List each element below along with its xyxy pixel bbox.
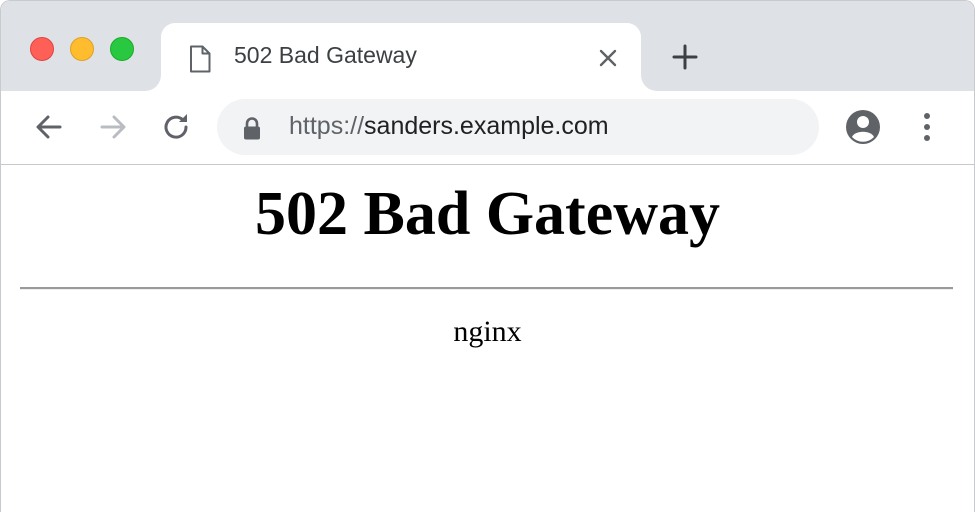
tab-active[interactable]: 502 Bad Gateway (161, 23, 641, 91)
tab-close-icon[interactable] (597, 47, 619, 69)
address-bar[interactable]: https://sanders.example.com (217, 99, 819, 155)
profile-avatar-icon[interactable] (844, 108, 882, 146)
browser-toolbar: https://sanders.example.com (1, 91, 974, 165)
new-tab-plus-icon[interactable] (671, 43, 699, 71)
page-content: 502 Bad Gateway nginx (1, 165, 974, 512)
reload-icon[interactable] (161, 111, 193, 143)
forward-arrow-icon[interactable] (97, 111, 129, 143)
window-minimize-button[interactable] (70, 37, 94, 61)
browser-window: 502 Bad Gateway https://sanders.example.… (0, 0, 975, 512)
window-close-button[interactable] (30, 37, 54, 61)
tab-title: 502 Bad Gateway (234, 42, 417, 68)
url-scheme: https:// (289, 112, 365, 140)
lock-icon[interactable] (241, 116, 263, 140)
window-maximize-button[interactable] (110, 37, 134, 61)
server-name: nginx (453, 315, 522, 348)
kebab-menu-icon[interactable] (915, 111, 939, 143)
back-arrow-icon[interactable] (33, 111, 65, 143)
url-host: sanders.example.com (364, 112, 609, 140)
error-heading: 502 Bad Gateway (255, 180, 720, 248)
divider (20, 287, 953, 290)
document-icon (190, 45, 211, 73)
address-bar-url[interactable]: https://sanders.example.com (289, 112, 609, 141)
tab-strip: 502 Bad Gateway (1, 1, 974, 91)
